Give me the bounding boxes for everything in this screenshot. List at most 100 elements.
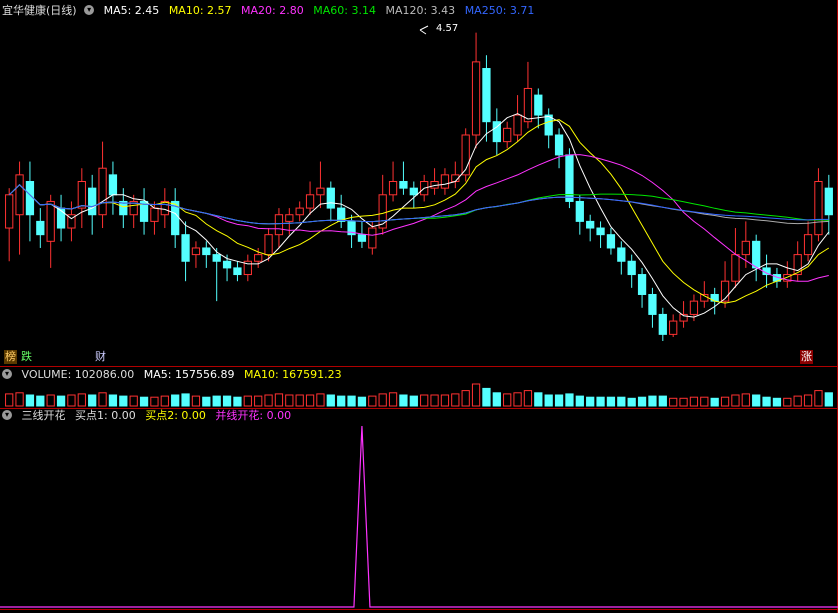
- volume-bar: [803, 394, 813, 407]
- volume-bar: [326, 394, 335, 407]
- volume-bar: [554, 394, 564, 407]
- candle-body: [803, 234, 813, 256]
- volume-bar: [212, 395, 221, 407]
- volume-bar: [451, 393, 460, 407]
- candle-body: [108, 174, 118, 196]
- candle-body: [88, 187, 97, 216]
- volume-value: VOLUME: 102086.00: [21, 368, 135, 381]
- volume-bar: [627, 397, 636, 407]
- collapse-icon[interactable]: ▾: [2, 369, 12, 379]
- volume-bar: [575, 395, 584, 407]
- volume-bar: [388, 392, 398, 407]
- volume-bar: [25, 394, 35, 407]
- volume-bar: [202, 396, 211, 407]
- indicator-legend: ▾ 三线开花 买点1: 0.00 买点2: 0.00 并线开花: 0.00: [0, 408, 297, 424]
- volume-bar: [700, 396, 709, 407]
- candle-body: [202, 247, 211, 256]
- candle-body: [596, 227, 605, 236]
- collapse-icon[interactable]: ▾: [2, 410, 12, 420]
- volume-bar: [264, 394, 273, 407]
- volume-bar: [98, 392, 107, 407]
- volume-bar: [233, 396, 242, 407]
- candle-body: [181, 234, 190, 262]
- volume-bar: [181, 393, 190, 407]
- volume-bar: [222, 395, 232, 407]
- candle-body: [378, 194, 387, 229]
- volume-bar: [461, 390, 470, 407]
- volume-bar: [409, 395, 418, 407]
- volume-bar: [285, 394, 294, 407]
- badge-zhang[interactable]: 涨: [800, 350, 813, 364]
- candle-body: [741, 240, 750, 256]
- volume-bar: [430, 394, 439, 407]
- volume-bar: [399, 394, 408, 407]
- candle-body: [669, 320, 678, 335]
- volume-bar: [669, 397, 678, 407]
- volume-bar: [793, 395, 802, 407]
- volume-bar: [648, 395, 657, 407]
- candle-body: [77, 181, 86, 209]
- badge-cai[interactable]: 财: [94, 350, 107, 364]
- volume-bar: [710, 397, 719, 407]
- volume-bar: [503, 393, 512, 407]
- volume-bar: [689, 396, 699, 407]
- volume-bar: [482, 387, 491, 407]
- indicator-name: 三线开花: [21, 409, 66, 422]
- volume-bar: [565, 393, 574, 407]
- volume-bar: [772, 397, 782, 407]
- candle-body: [752, 240, 761, 269]
- badge-bang[interactable]: 榜: [4, 350, 17, 364]
- candle-body: [46, 200, 55, 242]
- candle-body: [191, 247, 201, 256]
- candle-body: [5, 194, 14, 229]
- candlestick-chart: 4.57: [0, 23, 838, 608]
- volume-ma5: MA5: 157556.89: [143, 368, 235, 381]
- stock-title: 宜华健康(日线): [2, 4, 77, 17]
- volume-bar: [637, 396, 647, 407]
- candle-body: [98, 167, 107, 216]
- legend-ma5: MA5: 2.45: [103, 4, 160, 17]
- volume-legend: ▾ VOLUME: 102086.00 MA5: 157556.89 MA10:…: [0, 367, 348, 383]
- volume-bar: [139, 396, 149, 407]
- candle-body: [326, 187, 335, 209]
- candle-body: [482, 68, 491, 123]
- legend-ma250: MA250: 3.71: [464, 4, 535, 17]
- volume-bar: [814, 390, 823, 407]
- legend-ma20: MA20: 2.80: [241, 4, 304, 17]
- volume-bar: [762, 396, 771, 407]
- volume-bar: [544, 394, 553, 407]
- volume-bar: [720, 396, 730, 407]
- indicator-buy2: 买点2: 0.00: [145, 409, 206, 422]
- legend-ma10: MA10: 2.57: [168, 4, 232, 17]
- legend-ma120: MA120: 3.43: [385, 4, 456, 17]
- volume-bar: [731, 394, 740, 407]
- volume-bar: [316, 393, 325, 407]
- badge-die[interactable]: 跌: [20, 350, 33, 364]
- volume-bar: [492, 392, 501, 407]
- collapse-icon[interactable]: ▾: [84, 5, 95, 15]
- candle-body: [409, 187, 418, 196]
- volume-bar: [150, 396, 159, 407]
- candle-body: [503, 127, 512, 143]
- volume-bar: [523, 390, 533, 407]
- volume-bar: [357, 396, 367, 407]
- candle-body: [554, 134, 564, 156]
- candle-body: [305, 194, 315, 209]
- candle-body: [617, 247, 626, 262]
- volume-bar: [741, 393, 750, 407]
- volume-bar: [15, 392, 24, 407]
- candle-body: [150, 207, 159, 222]
- candle-body: [824, 187, 833, 216]
- volume-bar: [5, 393, 14, 407]
- volume-bar: [88, 394, 97, 407]
- candle-body: [814, 181, 823, 236]
- candle-body: [295, 207, 304, 216]
- candle-body: [368, 227, 377, 249]
- candle-body: [627, 260, 636, 276]
- candle-body: [285, 214, 294, 222]
- candle-body: [316, 187, 325, 196]
- candle-body: [606, 234, 616, 249]
- candle-body: [388, 181, 398, 196]
- indicator-bloom: 并线开花: 0.00: [215, 409, 292, 422]
- volume-bar: [606, 396, 616, 407]
